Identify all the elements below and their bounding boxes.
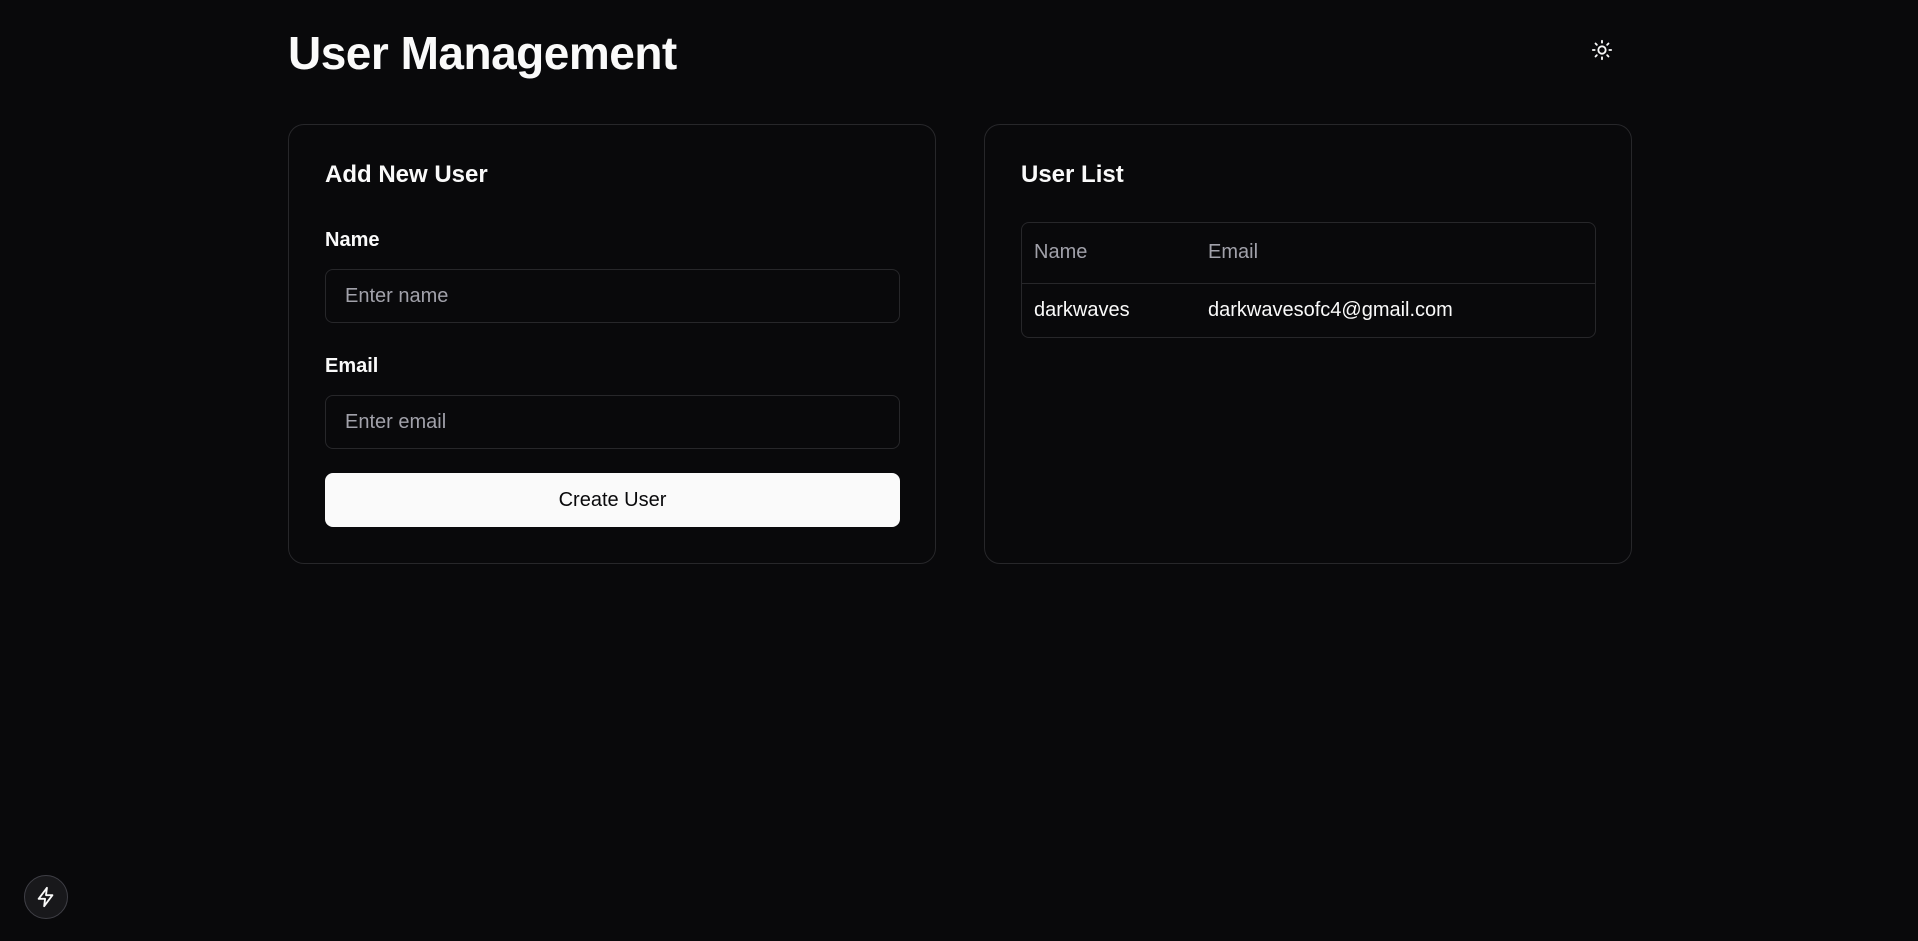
add-user-title: Add New User xyxy=(325,161,488,188)
header: User Management xyxy=(288,20,1632,86)
email-input[interactable] xyxy=(325,395,900,449)
column-header-email: Email xyxy=(1196,223,1595,284)
page-title: User Management xyxy=(288,27,677,79)
user-table: Name Email darkwaves darkwavesofc4@gmail… xyxy=(1021,222,1596,338)
user-email-cell: darkwavesofc4@gmail.com xyxy=(1208,298,1453,321)
user-list-title: User List xyxy=(1021,161,1124,188)
bolt-button[interactable] xyxy=(24,875,68,919)
name-input[interactable] xyxy=(325,269,900,323)
table-row: darkwaves darkwavesofc4@gmail.com xyxy=(1022,283,1595,337)
table-header-row: Name Email xyxy=(1022,223,1595,284)
create-user-button[interactable]: Create User xyxy=(325,473,900,527)
email-label: Email xyxy=(325,355,379,377)
name-label: Name xyxy=(325,229,380,251)
theme-toggle-button[interactable] xyxy=(1582,30,1622,70)
sun-icon xyxy=(1591,39,1613,61)
user-list-card: User List Name Email darkwaves darkwaves… xyxy=(984,124,1632,564)
column-header-name: Name xyxy=(1022,223,1196,284)
add-user-card: Add New User Name Email Create User xyxy=(288,124,936,564)
bolt-icon xyxy=(37,886,54,908)
user-name-cell: darkwaves xyxy=(1034,298,1130,321)
page: User Management Add New User Name Email … xyxy=(0,0,1918,941)
